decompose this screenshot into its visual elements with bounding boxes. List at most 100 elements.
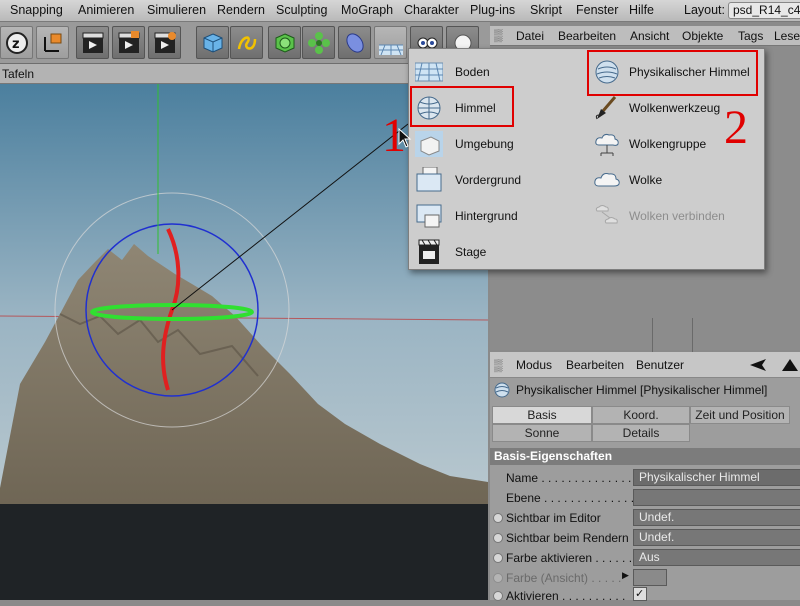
dd-item-umgebung[interactable]: Umgebung <box>411 127 581 161</box>
dd-item-vordergrund[interactable]: Vordergrund <box>411 163 581 197</box>
dd-label-umgebung: Umgebung <box>455 137 514 151</box>
dd-item-hintergrund[interactable]: Hintergrund <box>411 199 581 233</box>
om-menu-bearbeiten[interactable]: Bearbeiten <box>558 29 616 43</box>
spline-icon <box>237 36 257 50</box>
section-header[interactable]: Basis-Eigenschaften <box>490 448 800 465</box>
viewport-menu-tafeln[interactable]: Tafeln <box>2 67 34 81</box>
tab-koord[interactable]: Koord. <box>592 406 690 424</box>
spline-button[interactable] <box>230 26 263 59</box>
physical-sky-icon <box>494 382 510 398</box>
dd-label-boden: Boden <box>455 65 490 79</box>
animation-dot-icon <box>493 573 503 583</box>
connect-clouds-icon <box>595 205 618 224</box>
om-menu-objekte[interactable]: Objekte <box>682 29 723 43</box>
up-arrow-icon[interactable] <box>782 359 798 371</box>
expand-triangle-icon[interactable]: ▶ <box>622 570 629 581</box>
foreground-icon <box>416 167 442 192</box>
cube-button[interactable] <box>196 26 229 59</box>
render-view-button[interactable] <box>76 26 109 59</box>
tab-zeit-und-position[interactable]: Zeit und Position <box>690 406 790 424</box>
dd-label-hintergrund: Hintergrund <box>455 209 518 223</box>
layer-field[interactable] <box>633 489 800 506</box>
array-icon <box>308 32 330 54</box>
om-menu-datei[interactable]: Datei <box>516 29 544 43</box>
object-manager-menubar: ▒ Datei Bearbeiten Ansicht Objekte Tags … <box>490 26 800 46</box>
om-menu-lese[interactable]: Lese <box>774 29 800 43</box>
name-field[interactable]: Physikalischer Himmel <box>633 469 800 486</box>
app-menubar: Snapping Animieren Simulieren Rendern Sc… <box>0 0 800 22</box>
render-settings-button[interactable] <box>148 26 181 59</box>
background-icon <box>416 204 442 228</box>
render-picture-icon <box>118 31 140 53</box>
tab-details[interactable]: Details <box>592 424 690 442</box>
prop-row-sichtbar-editor: Sichtbar im Editor Undef. <box>490 508 800 528</box>
back-arrow-icon[interactable] <box>750 359 766 371</box>
menu-skript[interactable]: Skript <box>530 3 562 17</box>
attr-menu-modus[interactable]: Modus <box>516 358 552 372</box>
dd-label-wolkengruppe: Wolkengruppe <box>629 137 707 151</box>
render-settings-icon <box>154 32 176 53</box>
menu-plugins[interactable]: Plug-ins <box>470 3 515 17</box>
menu-mograph[interactable]: MoGraph <box>341 3 393 17</box>
undo-button[interactable]: z <box>0 26 33 59</box>
dd-label-stage: Stage <box>455 245 487 259</box>
menu-sculpting[interactable]: Sculpting <box>276 3 327 17</box>
tab-sonne[interactable]: Sonne <box>492 424 592 442</box>
environment-icon <box>415 131 443 157</box>
prop-label-farbe-ansicht: Farbe (Ansicht) . . . . . <box>506 571 622 585</box>
menu-animieren[interactable]: Animieren <box>78 3 134 17</box>
floor-icon <box>415 62 443 82</box>
layout-select[interactable]: psd_R14_c4 <box>728 2 800 19</box>
nurbs-icon <box>275 33 295 53</box>
annotation-highlight-physikalischer-himmel <box>587 50 758 96</box>
nurbs-button[interactable] <box>268 26 301 59</box>
tab-basis[interactable]: Basis <box>492 406 592 424</box>
dd-item-boden[interactable]: Boden <box>411 55 581 89</box>
undo-icon: z <box>6 32 28 54</box>
attr-menu-bearbeiten[interactable]: Bearbeiten <box>566 358 624 372</box>
axis-button[interactable] <box>36 26 69 59</box>
floor-icon <box>379 44 403 55</box>
dd-label-wolken-verbinden: Wolken verbinden <box>629 209 725 223</box>
cloud-group-icon <box>595 133 619 156</box>
dd-item-wolken-verbinden: Wolken verbinden <box>589 199 761 233</box>
attribute-title: Physikalischer Himmel [Physikalischer Hi… <box>516 383 768 397</box>
color-swatch[interactable] <box>633 569 667 586</box>
visible-editor-select[interactable]: Undef. <box>633 509 800 526</box>
attribute-title-row: Physikalischer Himmel [Physikalischer Hi… <box>490 380 800 400</box>
dd-item-wolke[interactable]: Wolke <box>589 163 761 197</box>
menu-rendern[interactable]: Rendern <box>217 3 265 17</box>
attr-menu-benutzer[interactable]: Benutzer <box>636 358 684 372</box>
render-picture-button[interactable] <box>112 26 145 59</box>
menu-snapping[interactable]: Snapping <box>10 3 63 17</box>
prop-row-ebene: Ebene . . . . . . . . . . . . . . <box>490 488 800 508</box>
deformer-button[interactable] <box>338 26 371 59</box>
animation-dot-icon[interactable] <box>493 553 503 563</box>
axis-icon <box>44 33 62 52</box>
floor-button[interactable] <box>374 26 407 59</box>
annotation-highlight-himmel <box>410 86 514 127</box>
attribute-menubar: ▒ Modus Bearbeiten Benutzer <box>490 352 800 378</box>
attribute-manager: ▒ Modus Bearbeiten Benutzer Physikalisch… <box>490 352 800 603</box>
om-menu-ansicht[interactable]: Ansicht <box>630 29 669 43</box>
cloud-icon <box>594 173 620 187</box>
menu-fenster[interactable]: Fenster <box>576 3 618 17</box>
om-menu-tags[interactable]: Tags <box>738 29 763 43</box>
menu-charakter[interactable]: Charakter <box>404 3 459 17</box>
mouse-cursor-icon <box>398 128 412 148</box>
menu-hilfe[interactable]: Hilfe <box>629 3 654 17</box>
enable-checkbox[interactable]: ✓ <box>633 587 647 601</box>
prop-label-name: Name . . . . . . . . . . . . . . <box>506 471 632 485</box>
prop-label-sichtbar-rendern: Sichtbar beim Rendern <box>506 531 629 545</box>
menu-simulieren[interactable]: Simulieren <box>147 3 206 17</box>
prop-row-name: Name . . . . . . . . . . . . . . Physika… <box>490 468 800 488</box>
prop-label-aktivieren: Aktivieren . . . . . . . . . . <box>506 589 626 603</box>
animation-dot-icon[interactable] <box>493 513 503 523</box>
stage-icon <box>418 239 440 264</box>
visible-render-select[interactable]: Undef. <box>633 529 800 546</box>
prop-label-farbe-aktivieren: Farbe aktivieren . . . . . . <box>506 551 633 565</box>
dd-item-stage[interactable]: Stage <box>411 235 581 269</box>
animation-dot-icon[interactable] <box>493 533 503 543</box>
color-enable-select[interactable]: Aus <box>633 549 800 566</box>
array-button[interactable] <box>302 26 335 59</box>
